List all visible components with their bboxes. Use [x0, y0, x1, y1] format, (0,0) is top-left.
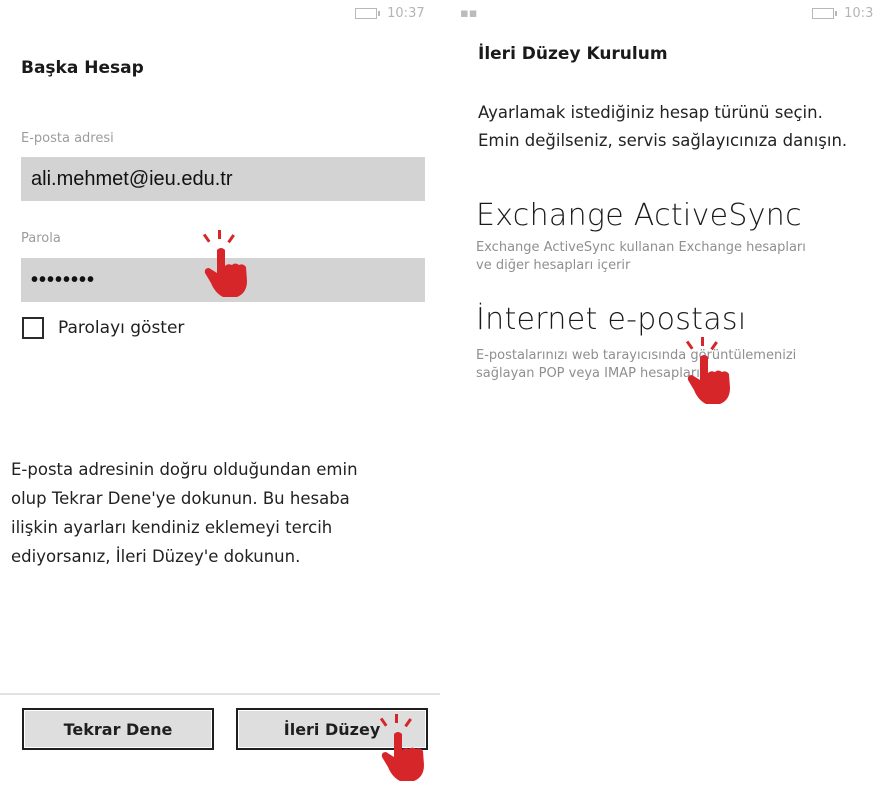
right-status-bar: 10:3: [812, 6, 873, 30]
email-field[interactable]: ali.mehmet@ieu.edu.tr: [21, 157, 425, 201]
show-password-label: Parolayı göster: [58, 318, 185, 338]
option-description: sağlayan POP veya IMAP hesapları: [476, 366, 700, 381]
status-time: 10:3: [844, 6, 874, 21]
right-status-signal: ▪▪: [460, 6, 478, 30]
left-status-bar: 10:37: [355, 6, 425, 30]
help-line: ediyorsanız, İleri Düzey'e dokunun.: [11, 547, 301, 566]
instruction-line: Ayarlamak istediğiniz hesap türünü seçin…: [478, 103, 823, 122]
help-line: E-posta adresinin doğru olduğundan emin: [11, 460, 358, 479]
advanced-setup-title: İleri Düzey Kurulum: [478, 44, 668, 64]
battery-icon: [812, 8, 837, 19]
app-bar-divider: [0, 693, 440, 695]
page-title: Başka Hesap: [21, 58, 144, 78]
option-title[interactable]: İnternet e-postası: [476, 302, 746, 337]
retry-button[interactable]: Tekrar Dene: [22, 708, 214, 750]
help-line: olup Tekrar Dene'ye dokunun. Bu hesaba: [11, 489, 350, 508]
screen-divider: [440, 0, 452, 789]
option-description: Exchange ActiveSync kullanan Exchange he…: [476, 240, 806, 255]
help-line: ilişkin ayarları kendiniz eklemeyi terci…: [11, 518, 333, 537]
tap-hand-icon: [685, 337, 730, 404]
show-password-row[interactable]: Parolayı göster: [22, 317, 184, 339]
instruction-line: Emin değilseniz, servis sağlayıcınıza da…: [478, 131, 848, 150]
status-time: 10:37: [387, 6, 425, 21]
show-password-checkbox[interactable]: [22, 317, 44, 339]
left-screen: 10:37 Başka Hesap E-posta adresi ali.meh…: [0, 0, 440, 789]
option-description: ve diğer hesapları içerir: [476, 258, 631, 273]
password-label: Parola: [21, 231, 61, 246]
email-label: E-posta adresi: [21, 131, 114, 146]
tap-hand-icon: [202, 230, 247, 297]
option-description: E-postalarınızı web tarayıcısında görünt…: [476, 348, 797, 363]
help-text: E-posta adresinin doğru olduğundan emin …: [11, 455, 431, 571]
signal-icon: ▪▪: [460, 6, 478, 21]
tap-hand-icon: [379, 714, 424, 781]
battery-icon: [355, 8, 380, 19]
option-title[interactable]: Exchange ActiveSync: [476, 198, 802, 233]
